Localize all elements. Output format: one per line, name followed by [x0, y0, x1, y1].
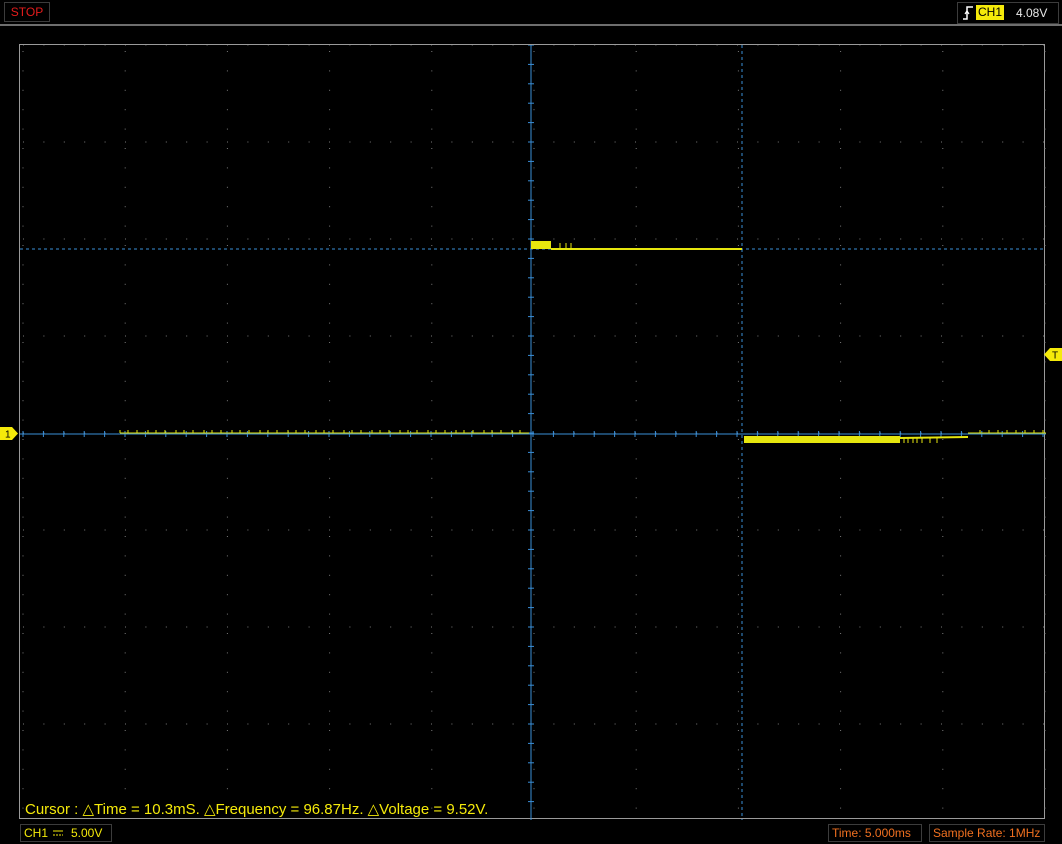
timebase-setting[interactable]: Time: 5.000ms	[828, 824, 922, 842]
trigger-marker-label: T	[1052, 351, 1058, 362]
rising-edge-icon	[963, 6, 973, 20]
ch1-scale-panel[interactable]: CH1 5.00V	[20, 824, 112, 842]
ch1-marker-label: 1	[5, 430, 11, 441]
waveform-canvas[interactable]	[20, 45, 1046, 820]
ch1-label: CH1	[24, 826, 49, 840]
cursor-measurement-readout: Cursor : △Time = 10.3mS. △Frequency = 96…	[25, 801, 489, 818]
trigger-level-value: 4.08V	[1016, 6, 1048, 20]
sample-rate-setting[interactable]: Sample Rate: 1MHz	[929, 824, 1045, 842]
ch1-ground-marker[interactable]: 1	[0, 427, 18, 440]
trigger-level-marker[interactable]: T	[1044, 348, 1062, 361]
ch1-trace	[119, 241, 1046, 443]
waveform-display[interactable]	[19, 44, 1046, 820]
trigger-settings-panel[interactable]: CH1 4.08V	[957, 2, 1059, 24]
trace-pulse-start	[531, 241, 551, 249]
trace-segment-negative	[744, 436, 900, 443]
ch1-volts-per-div: 5.00V	[71, 826, 103, 840]
dc-coupling-icon	[53, 830, 63, 836]
run-stop-button[interactable]: STOP	[4, 2, 50, 22]
top-status-bar: STOP CH1 4.08V	[0, 0, 1062, 26]
trigger-channel-badge: CH1	[976, 5, 1004, 20]
bottom-status-bar: CH1 5.00V Time: 5.000ms Sample Rate: 1MH…	[0, 822, 1062, 844]
